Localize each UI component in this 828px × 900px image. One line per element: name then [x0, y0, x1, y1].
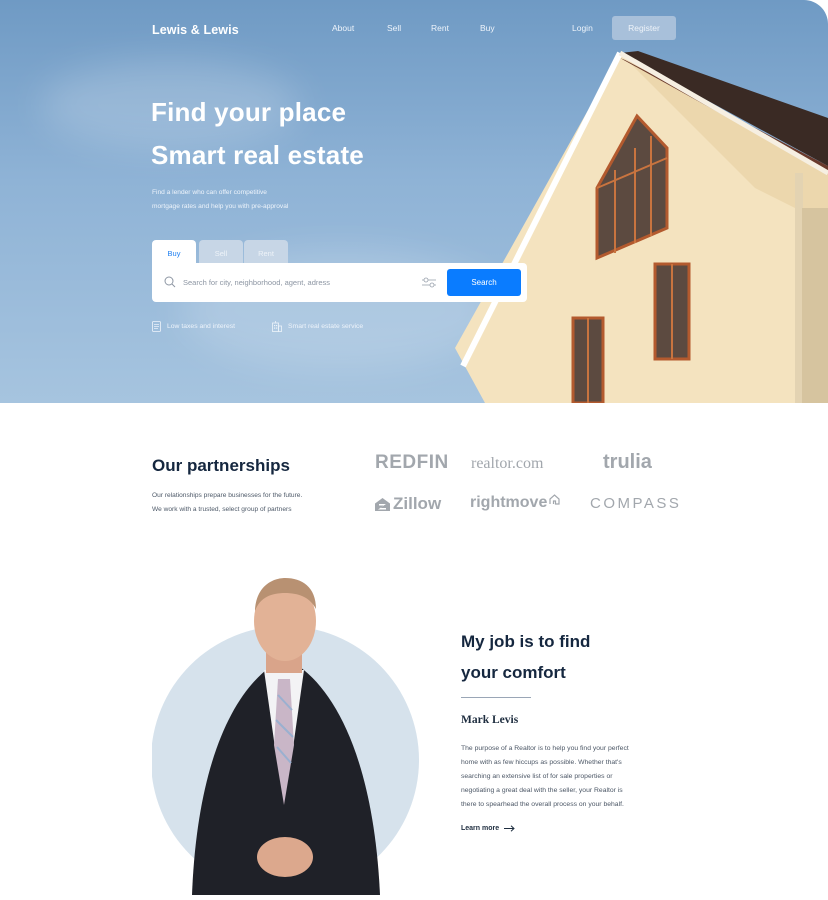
logo-realtor: realtor.com	[471, 455, 544, 472]
arrow-right-icon	[504, 825, 515, 832]
logo-rightmove-text: rightmove	[470, 494, 548, 511]
nav-rent[interactable]: Rent	[431, 23, 449, 33]
agent-portrait	[152, 578, 419, 895]
logo-redfin: REDFIN	[375, 452, 449, 473]
agent-title-line2: your comfort	[461, 663, 566, 682]
partners-desc-line1: Our relationships prepare businesses for…	[152, 492, 303, 499]
nav-about[interactable]: About	[332, 23, 354, 33]
house-image	[455, 50, 828, 403]
feature-low-taxes: Low taxes and interest	[152, 321, 235, 332]
brand-logo[interactable]: Lewis & Lewis	[152, 23, 239, 37]
search-input[interactable]	[183, 274, 413, 290]
register-button[interactable]: Register	[612, 16, 676, 40]
nav-sell[interactable]: Sell	[387, 23, 401, 33]
document-icon	[152, 321, 161, 332]
hero-section: Lewis & Lewis About Sell Rent Buy Login …	[0, 0, 828, 403]
logo-zillow: Zillow	[375, 494, 441, 514]
agent-title-line1: My job is to find	[461, 632, 591, 651]
partners-desc-line2: We work with a trusted, select group of …	[152, 506, 292, 513]
hero-subtitle-line1: Find a lender who can offer competitive	[152, 189, 267, 196]
zillow-mark-icon	[375, 497, 390, 511]
filter-sliders-icon[interactable]	[422, 277, 436, 288]
hero-title-line1: Find your place	[151, 97, 347, 127]
search-button[interactable]: Search	[447, 269, 521, 296]
feature-smart-service: Smart real estate service	[272, 321, 363, 332]
building-icon	[272, 321, 282, 332]
learn-more-link[interactable]: Learn more	[461, 825, 515, 832]
search-bar: Search	[152, 263, 527, 302]
agent-bio-line: The purpose of a Realtor is to help you …	[461, 745, 629, 752]
learn-more-label: Learn more	[461, 825, 500, 832]
search-icon	[164, 276, 176, 288]
agent-bio-line: negotiating a great deal with the seller…	[461, 787, 623, 794]
agent-bio-line: there to spearhead the overall process o…	[461, 801, 624, 808]
partners-title: Our partnerships	[152, 456, 290, 475]
nav-buy[interactable]: Buy	[480, 23, 495, 33]
hero-subtitle-line2: mortgage rates and help you with pre-app…	[152, 203, 289, 210]
house-outline-icon	[549, 494, 560, 505]
hero-title-line2: Smart real estate	[151, 140, 364, 170]
agent-bio-line: searching an extensive list of for sale …	[461, 773, 613, 780]
agent-bio-line: home with as few hiccups as possible. Wh…	[461, 759, 622, 766]
feature-label: Low taxes and interest	[167, 323, 236, 330]
agent-name: Mark Levis	[461, 714, 519, 726]
logo-trulia: trulia	[603, 451, 652, 473]
logo-zillow-text: Zillow	[393, 494, 442, 513]
title-divider	[461, 697, 531, 698]
logo-rightmove: rightmove	[470, 494, 560, 512]
feature-label: Smart real estate service	[288, 323, 364, 330]
logo-compass: COMPASS	[590, 495, 682, 512]
login-link[interactable]: Login	[572, 23, 593, 33]
